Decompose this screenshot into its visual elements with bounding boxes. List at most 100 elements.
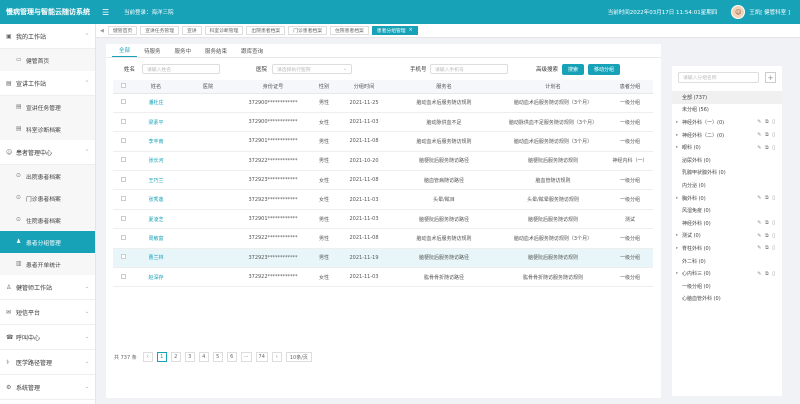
tree-node[interactable]: ▸ 神经外科（二）(0) ✎ ⧉ ▯ <box>672 129 782 142</box>
phone-input[interactable]: 请输入手机号 <box>430 64 508 74</box>
advanced-search-link[interactable]: 高级搜索 <box>536 65 558 73</box>
page-number[interactable]: 2 <box>170 352 181 362</box>
patient-name[interactable]: 周敏富 <box>133 228 179 249</box>
page-number[interactable]: 3 <box>184 352 195 362</box>
sidebar-group[interactable]: ☎ 呼叫中心 ⌄ <box>0 325 95 350</box>
tree-node[interactable]: 全部 (737) <box>672 91 782 104</box>
table-row[interactable]: 曹兰林 372923************ 男性 2021-11-19 脑梗阮后服务随… <box>113 248 653 269</box>
table-row[interactable]: 夏凌芝 372901************ 男性 2021-11-03 脑梗阮后服务随… <box>113 209 653 230</box>
tree-node[interactable]: 乳腺甲状腺外科 (0) <box>672 167 782 180</box>
avatar[interactable]: ☺ <box>731 5 746 19</box>
tree-node[interactable]: 心脑血管外科 (0) <box>672 293 782 306</box>
sidebar-item[interactable]: ▤ 科室诊断档案 <box>0 118 95 140</box>
page-number[interactable]: 6 <box>226 352 237 362</box>
row-checkbox[interactable] <box>120 176 126 182</box>
sidebar-item[interactable]: ▭ 健管首页 <box>0 49 95 71</box>
patient-name[interactable]: 李丰南 <box>133 131 179 152</box>
tree-node[interactable]: ▸ 测试 (0) ✎ ⧉ ▯ <box>672 230 782 243</box>
row-checkbox[interactable] <box>120 254 126 260</box>
tree-node[interactable]: 泌尿外科 (0) <box>672 154 782 167</box>
tree-node[interactable]: ▸ 胸外科 (0) ✎ ⧉ ▯ <box>672 192 782 205</box>
status-tab[interactable]: 服务中 <box>168 44 199 57</box>
node-actions-icon[interactable]: ✎ ⧉ ▯ <box>757 220 776 226</box>
page-tab[interactable]: 宣讲任务管理 <box>140 26 179 35</box>
page-tab[interactable]: 宣讲 <box>182 26 202 35</box>
table-row[interactable]: 梁素平 372900************ 女性 2021-11-03 脑动脉供血不足… <box>113 112 653 133</box>
patient-name[interactable]: 梁素平 <box>133 112 179 133</box>
node-actions-icon[interactable]: ✎ ⧉ ▯ <box>757 245 776 251</box>
next-page-icon[interactable]: › <box>271 352 282 362</box>
page-number[interactable]: ··· <box>240 352 252 362</box>
table-row[interactable]: 张秀莲 372923************ 女性 2021-11-03 头晕/眩目 头晕… <box>113 189 653 210</box>
table-row[interactable]: 赵深存 372922************ 女性 2021-11-03 肱骨骨折随访路… <box>113 267 653 288</box>
table-row[interactable]: 王巧兰 372923************ 女性 2021-11-08 脑血管病随访路… <box>113 170 653 191</box>
node-actions-icon[interactable]: ✎ ⧉ ▯ <box>757 233 776 239</box>
sidebar-item[interactable]: ▥ 患者开单统计 <box>0 253 95 275</box>
sidebar-group[interactable]: ⚕ 医学路径管理 ⌄ <box>0 350 95 375</box>
row-checkbox[interactable] <box>120 118 126 124</box>
patient-name[interactable]: 曹兰林 <box>133 248 179 269</box>
status-tab[interactable]: 待服务 <box>137 44 168 57</box>
tree-node[interactable]: ▸ 眼科 (0) ✎ ⧉ ▯ <box>672 141 782 154</box>
node-actions-icon[interactable]: ✎ ⧉ ▯ <box>757 132 776 138</box>
page-number[interactable]: 4 <box>198 352 209 362</box>
sidebar-group[interactable]: ☺ 患者管理中心 ⌃ <box>0 140 95 165</box>
tree-node[interactable]: ▸ 神经外科（一）(0) ✎ ⧉ ▯ <box>672 116 782 129</box>
tree-node[interactable]: 外二科 (0) <box>672 255 782 268</box>
page-tab[interactable]: 住院患者档案 <box>330 26 369 35</box>
sidebar-group[interactable]: ▤ 宣讲工作站 ⌃ <box>0 71 95 96</box>
table-row[interactable]: 周敏富 372922************ 男性 2021-11-08 脑动血术后服务… <box>113 228 653 249</box>
patient-name[interactable]: 王巧兰 <box>133 170 179 191</box>
move-group-button[interactable]: 移动分组 <box>588 63 621 75</box>
close-icon[interactable]: × <box>409 28 413 33</box>
table-row[interactable]: 潘杜庄 372900************ 男性 2021-11-25 脑动血术后服务… <box>113 93 653 113</box>
status-tab[interactable]: 全部 <box>112 44 138 57</box>
sidebar-group[interactable]: ♙ 健管师工作站 ⌄ <box>0 275 95 300</box>
hospital-select[interactable]: 请选择执行医院 ⌄ <box>272 64 352 74</box>
page-size-select[interactable]: 10条/页 <box>285 352 312 362</box>
row-checkbox[interactable] <box>120 215 126 221</box>
search-button[interactable]: 搜索 <box>562 63 585 75</box>
tree-node[interactable]: ▸ 心内科三 (0) ✎ ⧉ ▯ <box>672 267 782 280</box>
sidebar-group[interactable]: ⚙ 系统管理 ⌄ <box>0 375 95 400</box>
page-tab[interactable]: 患者分组管理 × <box>371 26 418 35</box>
table-row[interactable]: 李丰南 372901************ 男性 2021-11-08 脑动血术后服务… <box>113 131 653 152</box>
status-tab[interactable]: 跟库查询 <box>234 44 270 57</box>
tree-node[interactable]: 神经外科 (0) ✎ ⧉ ▯ <box>672 217 782 230</box>
tree-node[interactable]: 未分组 (56) <box>672 104 782 117</box>
patient-name[interactable]: 夏凌芝 <box>133 209 179 230</box>
node-actions-icon[interactable]: ✎ ⧉ ▯ <box>757 145 776 151</box>
patient-name[interactable]: 潘杜庄 <box>133 93 179 113</box>
page-number[interactable]: 5 <box>212 352 223 362</box>
patient-name[interactable]: 张秀莲 <box>133 189 179 210</box>
sidebar-item[interactable]: ▤ 宣讲任务管理 <box>0 96 95 118</box>
page-tab[interactable]: 健管首页 <box>108 26 138 35</box>
sidebar-item[interactable]: ⊙ 住院患者档案 <box>0 209 95 231</box>
node-actions-icon[interactable]: ✎ ⧉ ▯ <box>757 195 776 201</box>
page-number[interactable]: 1 <box>156 352 167 362</box>
row-checkbox[interactable] <box>120 234 126 240</box>
node-actions-icon[interactable]: ✎ ⧉ ▯ <box>757 119 776 125</box>
tree-node[interactable]: 内分泌 (0) <box>672 179 782 192</box>
add-group-icon[interactable]: + <box>765 72 776 83</box>
sidebar-item[interactable]: ⊙ 出院患者档案 <box>0 165 95 187</box>
page-tab[interactable]: 门诊患者档案 <box>288 26 327 35</box>
select-all-checkbox[interactable] <box>120 82 126 88</box>
node-actions-icon[interactable]: ✎ ⧉ ▯ <box>757 271 776 277</box>
sidebar-group[interactable]: ✉ 短信平台 ⌄ <box>0 300 95 325</box>
patient-name[interactable]: 赵深存 <box>133 267 179 288</box>
row-checkbox[interactable] <box>120 196 126 202</box>
tree-node[interactable]: 一级分组 (0) <box>672 280 782 293</box>
row-checkbox[interactable] <box>120 273 126 279</box>
row-checkbox[interactable] <box>120 99 126 105</box>
tabs-left-icon[interactable]: ◀ <box>100 28 108 34</box>
sidebar-group[interactable]: ▣ 我的工作站 ⌃ <box>0 24 95 49</box>
page-number[interactable]: 74 <box>255 352 268 362</box>
group-search-input[interactable]: 请输入分组名称 <box>678 72 759 83</box>
tree-node[interactable]: 风湿免疫 (0) <box>672 204 782 217</box>
patient-name[interactable]: 张长河 <box>133 151 179 172</box>
prev-page-icon[interactable]: ‹ <box>142 352 153 362</box>
tree-node[interactable]: ▸ 脊柱外科 (0) ✎ ⧉ ▯ <box>672 242 782 255</box>
menu-toggle-icon[interactable]: ☰ <box>102 8 114 17</box>
page-tab[interactable]: 出院患者档案 <box>246 26 286 35</box>
